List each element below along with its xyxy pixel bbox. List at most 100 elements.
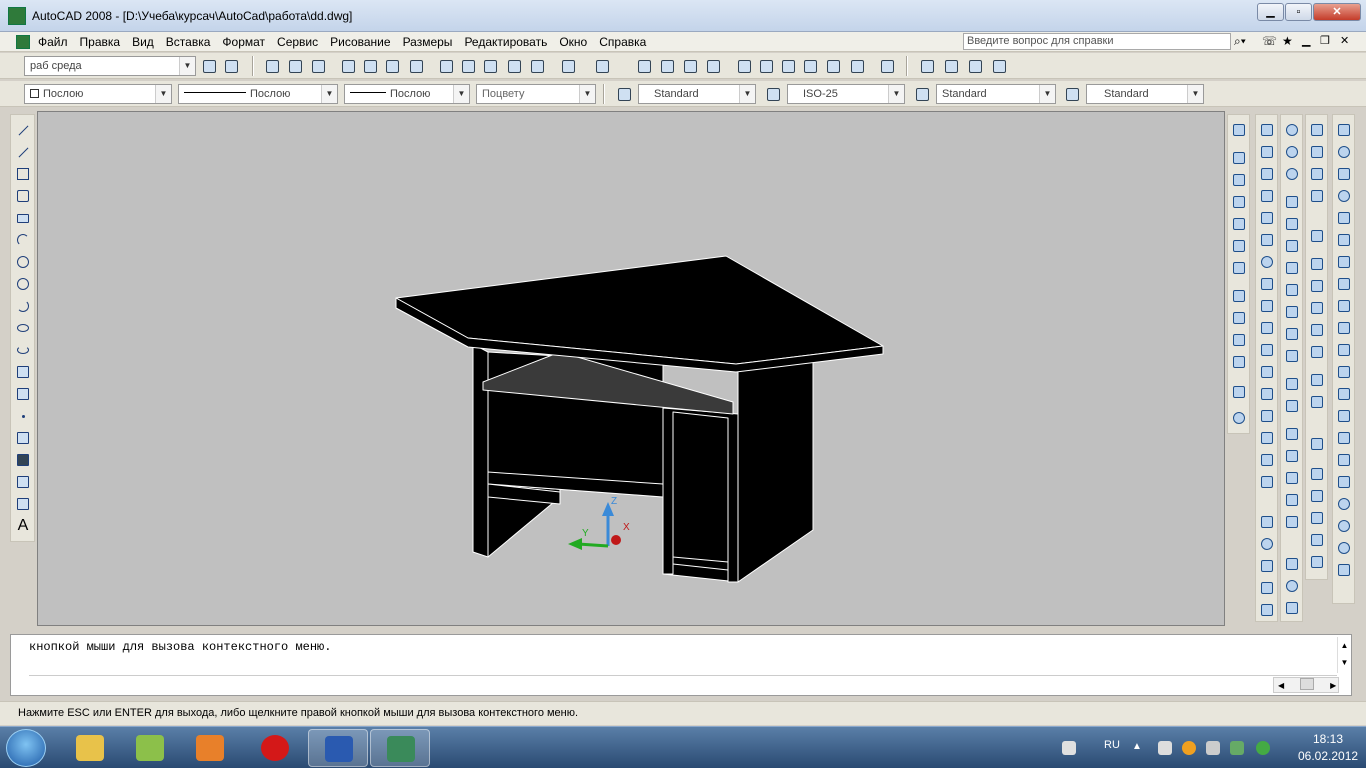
hidden-icon[interactable]: [1308, 299, 1326, 317]
show-hidden-icons-icon[interactable]: ▲: [1132, 741, 1146, 755]
plot-preview-icon[interactable]: [360, 56, 380, 76]
move-faces-icon[interactable]: [1283, 215, 1301, 233]
device-icon[interactable]: [1158, 741, 1172, 755]
realistic-icon[interactable]: [1308, 321, 1326, 339]
mapping-icon[interactable]: [1308, 393, 1326, 411]
save-icon[interactable]: [308, 56, 328, 76]
update-icon[interactable]: [1182, 741, 1196, 755]
imprint-icon[interactable]: [1283, 425, 1301, 443]
join-icon[interactable]: [1258, 407, 1276, 425]
open-icon[interactable]: [285, 56, 305, 76]
line-icon[interactable]: [14, 121, 32, 139]
command-scrollbar[interactable]: ▲ ▼: [1337, 637, 1351, 673]
doc-restore-button[interactable]: ❐: [1320, 34, 1330, 47]
view-back-icon[interactable]: [1230, 409, 1248, 427]
layer-match-icon[interactable]: [965, 56, 985, 76]
multileader-style-icon[interactable]: [1062, 84, 1082, 104]
command-hscroll[interactable]: ◀ ▶: [1273, 677, 1339, 693]
zoom-previous-icon[interactable]: [703, 56, 723, 76]
workspace-dropdown[interactable]: раб среда ▼: [24, 56, 196, 76]
taskbar-photos[interactable]: [120, 729, 180, 767]
taskbar-opera[interactable]: [245, 729, 305, 767]
mirror-icon[interactable]: [1258, 165, 1276, 183]
help-icon[interactable]: [877, 56, 897, 76]
interfere-icon[interactable]: [1335, 495, 1353, 513]
offset-faces-icon[interactable]: [1283, 237, 1301, 255]
left-view-icon[interactable]: [1230, 193, 1248, 211]
menu-window[interactable]: Окно: [553, 32, 593, 52]
right-view-icon[interactable]: [1230, 215, 1248, 233]
command-window[interactable]: кнопкой мыши для вызова контекстного мен…: [10, 634, 1352, 696]
chevron-down-icon[interactable]: ▼: [888, 85, 904, 103]
zoom-icon[interactable]: [1258, 535, 1276, 553]
ucs-previous-icon[interactable]: [1308, 465, 1326, 483]
box-icon[interactable]: [1308, 143, 1326, 161]
loft-icon[interactable]: [1335, 319, 1353, 337]
ucs-world-icon[interactable]: [1308, 435, 1326, 453]
break-icon[interactable]: [1258, 385, 1276, 403]
bottom-view-icon[interactable]: [1230, 171, 1248, 189]
paste-icon[interactable]: [480, 56, 500, 76]
menu-dimension[interactable]: Размеры: [397, 32, 459, 52]
planar-surface-icon[interactable]: [1335, 209, 1353, 227]
menu-tools[interactable]: Сервис: [271, 32, 324, 52]
shell-icon[interactable]: [1283, 491, 1301, 509]
make-block-icon[interactable]: [14, 385, 32, 403]
menu-insert[interactable]: Вставка: [160, 32, 217, 52]
cylinder-icon[interactable]: [1308, 187, 1326, 205]
3d-array-icon[interactable]: [1335, 473, 1353, 491]
intersect-icon[interactable]: [1283, 165, 1301, 183]
favorites-star-icon[interactable]: ★: [1282, 34, 1293, 48]
match-properties-icon[interactable]: [504, 56, 524, 76]
ucs-face-icon[interactable]: [1308, 487, 1326, 505]
table-style-icon[interactable]: [912, 84, 932, 104]
taskbar-autocad[interactable]: [370, 729, 430, 767]
autocad-app-icon[interactable]: [8, 7, 26, 25]
polyline-icon[interactable]: [14, 165, 32, 183]
command-input[interactable]: [29, 675, 1337, 693]
table-style-dropdown[interactable]: Standard ▼: [936, 84, 1056, 104]
stretch-icon[interactable]: [1258, 297, 1276, 315]
spline-icon[interactable]: [14, 297, 32, 315]
menu-modify[interactable]: Редактировать: [458, 32, 553, 52]
tool-palettes-icon[interactable]: [778, 56, 798, 76]
menu-view[interactable]: Вид: [126, 32, 160, 52]
color-faces-icon[interactable]: [1283, 347, 1301, 365]
layer-off-icon[interactable]: [989, 56, 1009, 76]
taskbar-explorer[interactable]: [60, 729, 120, 767]
start-button[interactable]: [6, 729, 46, 767]
check-icon[interactable]: [1283, 513, 1301, 531]
properties-icon[interactable]: [734, 56, 754, 76]
zoom-window-icon[interactable]: [680, 56, 700, 76]
minimize-button[interactable]: ▁: [1257, 3, 1284, 21]
calculator-icon[interactable]: [847, 56, 867, 76]
gradient-icon[interactable]: [14, 451, 32, 469]
lineweight-dropdown[interactable]: Послою ▼: [344, 84, 470, 104]
search-icon[interactable]: ⌕▾: [1234, 34, 1246, 49]
sphere-icon[interactable]: [1335, 143, 1353, 161]
rotate-icon[interactable]: [1258, 253, 1276, 271]
copy-object-icon[interactable]: [1258, 143, 1276, 161]
layer-isolate-icon[interactable]: [941, 56, 961, 76]
copy-edges-icon[interactable]: [1283, 375, 1301, 393]
taskbar-word[interactable]: [308, 729, 368, 767]
orbit-icon[interactable]: [1258, 513, 1276, 531]
ne-iso-view-icon[interactable]: [1230, 331, 1248, 349]
zoom-realtime-icon[interactable]: [657, 56, 677, 76]
chevron-down-icon[interactable]: ▼: [453, 85, 469, 103]
section-plane-icon[interactable]: [1335, 385, 1353, 403]
drawing-viewport[interactable]: Z Y X: [37, 111, 1225, 626]
named-views-icon[interactable]: [1230, 121, 1248, 139]
chevron-down-icon[interactable]: ▼: [1039, 85, 1055, 103]
3d-move-icon[interactable]: [1335, 407, 1353, 425]
publish-icon[interactable]: [382, 56, 402, 76]
camera-icon[interactable]: [1230, 383, 1248, 401]
sweep-icon[interactable]: [1335, 275, 1353, 293]
polygon-icon[interactable]: [14, 187, 32, 205]
layer-color-dropdown[interactable]: Послою ▼: [24, 84, 172, 104]
doc-close-button[interactable]: ✕: [1340, 34, 1349, 47]
chevron-down-icon[interactable]: ▼: [1187, 85, 1203, 103]
se-iso-view-icon[interactable]: [1230, 309, 1248, 327]
materials-icon[interactable]: [1308, 371, 1326, 389]
markup-icon[interactable]: [823, 56, 843, 76]
